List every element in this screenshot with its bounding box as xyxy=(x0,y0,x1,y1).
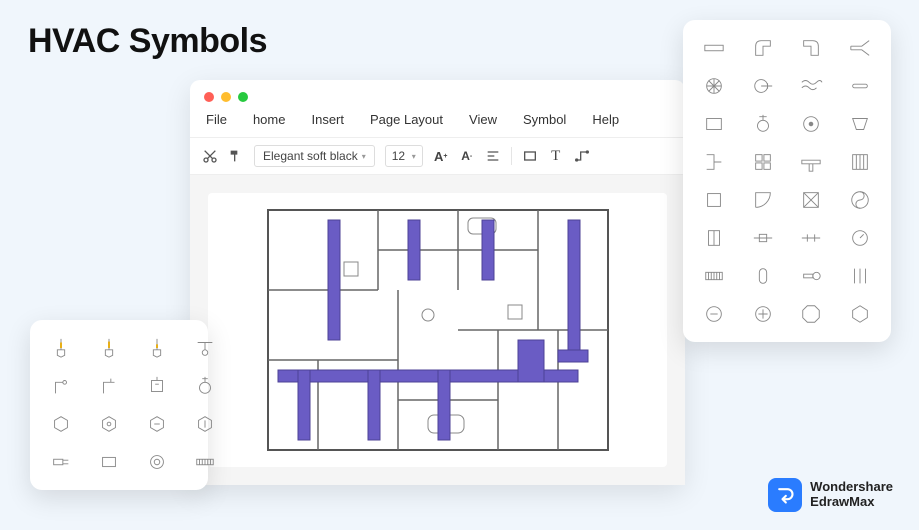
box-icon[interactable] xyxy=(697,186,731,214)
chevron-down-icon: ▾ xyxy=(362,152,366,161)
increase-font-icon[interactable]: A+ xyxy=(433,148,449,164)
window-controls xyxy=(190,80,685,108)
toolbar: Elegant soft black ▾ 12 ▾ A+ A- T xyxy=(190,138,685,175)
chevron-down-icon: ▾ xyxy=(412,152,416,161)
vent-icon[interactable] xyxy=(697,262,731,290)
scale-icon[interactable] xyxy=(188,448,222,476)
hex-c-icon[interactable] xyxy=(140,410,174,438)
menu-insert[interactable]: Insert xyxy=(311,112,344,127)
x-box-icon[interactable] xyxy=(794,186,828,214)
fan-impeller-icon[interactable] xyxy=(697,72,731,100)
stop-oct-icon[interactable] xyxy=(794,300,828,328)
page-title: HVAC Symbols xyxy=(28,22,267,61)
duct-elbow2-icon[interactable] xyxy=(794,34,828,62)
maximize-icon[interactable] xyxy=(238,92,248,102)
brand-line1: Wondershare xyxy=(810,480,893,495)
valve-round-icon[interactable] xyxy=(746,110,780,138)
bar-valve-icon[interactable] xyxy=(794,224,828,252)
font-select[interactable]: Elegant soft black ▾ xyxy=(254,145,375,167)
symbol-panel-right xyxy=(683,20,891,342)
plus-circle-icon[interactable] xyxy=(746,300,780,328)
font-size-select[interactable]: 12 ▾ xyxy=(385,145,423,167)
hex-a-icon[interactable] xyxy=(44,410,78,438)
app-window: File home Insert Page Layout View Symbol… xyxy=(190,80,685,485)
tap-2-icon[interactable] xyxy=(92,372,126,400)
menu-symbol[interactable]: Symbol xyxy=(523,112,566,127)
ring-icon[interactable] xyxy=(140,448,174,476)
panel-lines-icon[interactable] xyxy=(843,148,877,176)
connector-tool-icon[interactable] xyxy=(574,148,590,164)
text-tool-icon[interactable]: T xyxy=(548,148,564,164)
trap-icon[interactable] xyxy=(843,110,877,138)
brand-line2: EdrawMax xyxy=(810,495,893,510)
flow-tee-icon[interactable] xyxy=(794,148,828,176)
coin-icon[interactable] xyxy=(697,300,731,328)
duct-elbow-icon[interactable] xyxy=(746,34,780,62)
menu-help[interactable]: Help xyxy=(592,112,619,127)
capsule-icon[interactable] xyxy=(746,262,780,290)
align-icon[interactable] xyxy=(485,148,501,164)
floor-plan-drawing xyxy=(258,200,618,460)
brand: Wondershare EdrawMax xyxy=(768,478,893,512)
font-name: Elegant soft black xyxy=(263,149,358,163)
thermo-2-icon[interactable] xyxy=(92,334,126,362)
handle-icon[interactable] xyxy=(794,262,828,290)
tap-1-icon[interactable] xyxy=(44,372,78,400)
hex-b-icon[interactable] xyxy=(92,410,126,438)
plug-icon[interactable] xyxy=(44,448,78,476)
hex-d-icon[interactable] xyxy=(188,410,222,438)
box-switch-icon[interactable] xyxy=(140,372,174,400)
light-fix-icon[interactable] xyxy=(188,334,222,362)
block-icon[interactable] xyxy=(92,448,126,476)
cut-icon[interactable] xyxy=(202,148,218,164)
rect-open-icon[interactable] xyxy=(697,110,731,138)
thermo-3-icon[interactable] xyxy=(140,334,174,362)
connector-l-icon[interactable] xyxy=(697,148,731,176)
lines-3-icon[interactable] xyxy=(843,262,877,290)
cylinder-icon[interactable] xyxy=(843,72,877,100)
slider-h-icon[interactable] xyxy=(746,224,780,252)
brand-text: Wondershare EdrawMax xyxy=(810,480,893,510)
blower-icon[interactable] xyxy=(746,72,780,100)
font-size: 12 xyxy=(392,149,405,163)
canvas-area xyxy=(190,175,685,485)
menu-home[interactable]: home xyxy=(253,112,286,127)
thermo-1-icon[interactable] xyxy=(44,334,78,362)
dial-icon[interactable] xyxy=(188,372,222,400)
menu-bar: File home Insert Page Layout View Symbol… xyxy=(190,108,685,138)
yin-icon[interactable] xyxy=(843,186,877,214)
brand-logo-icon xyxy=(768,478,802,512)
split-vert-icon[interactable] xyxy=(697,224,731,252)
decrease-font-icon[interactable]: A- xyxy=(459,148,475,164)
symbol-panel-left xyxy=(30,320,208,490)
format-painter-icon[interactable] xyxy=(228,148,244,164)
close-icon[interactable] xyxy=(204,92,214,102)
canvas[interactable] xyxy=(208,193,667,467)
quarter-icon[interactable] xyxy=(746,186,780,214)
grid-4-icon[interactable] xyxy=(746,148,780,176)
duct-branch-icon[interactable] xyxy=(843,34,877,62)
gauge-icon[interactable] xyxy=(843,224,877,252)
menu-file[interactable]: File xyxy=(206,112,227,127)
menu-view[interactable]: View xyxy=(469,112,497,127)
divider xyxy=(511,147,512,165)
menu-page-layout[interactable]: Page Layout xyxy=(370,112,443,127)
minimize-icon[interactable] xyxy=(221,92,231,102)
hex-icon[interactable] xyxy=(843,300,877,328)
dot-circle-icon[interactable] xyxy=(794,110,828,138)
waveform-icon[interactable] xyxy=(794,72,828,100)
rectangle-tool-icon[interactable] xyxy=(522,148,538,164)
duct-straight-icon[interactable] xyxy=(697,34,731,62)
